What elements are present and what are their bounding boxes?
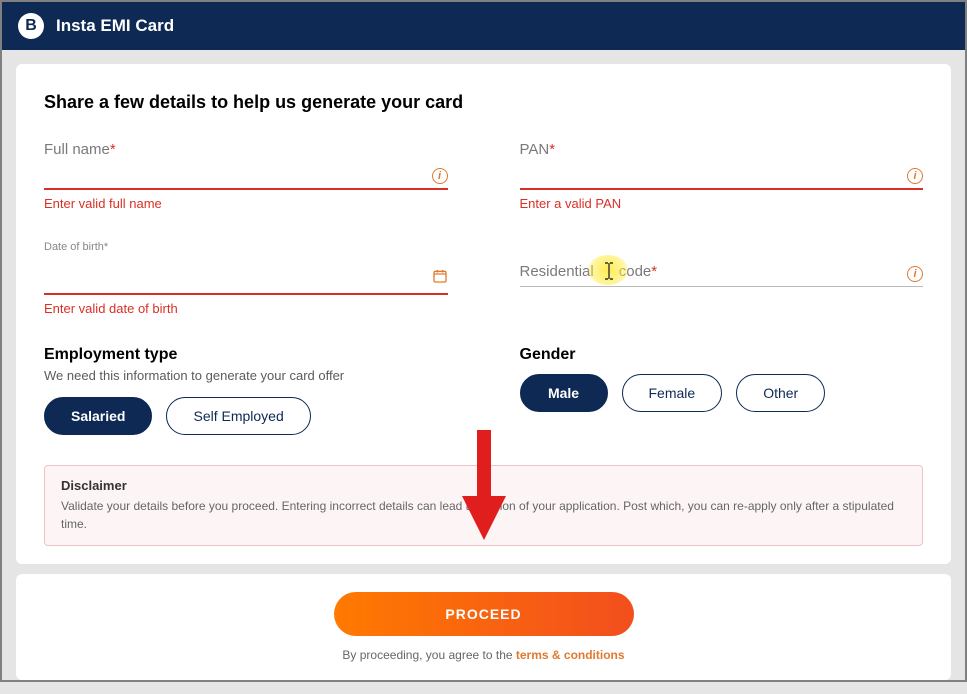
disclaimer-body: Validate your details before you proceed… xyxy=(61,497,906,533)
page-body: Share a few details to help us generate … xyxy=(2,50,965,694)
employment-section: Employment type We need this information… xyxy=(44,346,448,435)
app-header: B Insta EMI Card xyxy=(2,2,965,50)
calendar-icon[interactable] xyxy=(432,268,448,289)
proceed-button[interactable]: PROCEED xyxy=(334,592,634,636)
gender-option-other[interactable]: Other xyxy=(736,374,825,412)
pincode-input-wrap[interactable]: Residential code* i xyxy=(520,259,924,287)
pincode-field: Residential code* i xyxy=(520,241,924,316)
dob-input[interactable] xyxy=(44,272,432,289)
info-icon[interactable]: i xyxy=(432,168,448,184)
full-name-label: Full name* xyxy=(44,141,448,158)
dob-field: Date of birth* Enter valid date of birth xyxy=(44,241,448,316)
brand-logo: B xyxy=(18,13,44,39)
dob-error: Enter valid date of birth xyxy=(44,301,448,316)
terms-link[interactable]: terms & conditions xyxy=(516,648,625,662)
employment-option-self-employed[interactable]: Self Employed xyxy=(166,397,310,435)
pan-label: PAN* xyxy=(520,141,924,158)
full-name-input-wrap[interactable]: i xyxy=(44,162,448,190)
employment-title: Employment type xyxy=(44,346,448,364)
full-name-field: Full name* i Enter valid full name xyxy=(44,141,448,211)
dob-input-wrap[interactable] xyxy=(44,267,448,295)
disclaimer-box: Disclaimer Validate your details before … xyxy=(44,465,923,546)
gender-option-male[interactable]: Male xyxy=(520,374,608,412)
gender-options: Male Female Other xyxy=(520,374,924,412)
form-card: Share a few details to help us generate … xyxy=(16,64,951,564)
pan-error: Enter a valid PAN xyxy=(520,196,924,211)
gender-title: Gender xyxy=(520,346,924,364)
employment-options: Salaried Self Employed xyxy=(44,397,448,435)
footer-card: PROCEED By proceeding, you agree to the … xyxy=(16,574,951,680)
form-heading: Share a few details to help us generate … xyxy=(44,92,923,113)
disclaimer-title: Disclaimer xyxy=(61,478,906,493)
employment-option-salaried[interactable]: Salaried xyxy=(44,397,152,435)
pan-field: PAN* i Enter a valid PAN xyxy=(520,141,924,211)
pan-input[interactable] xyxy=(520,167,902,184)
gender-section: Gender Male Female Other xyxy=(520,346,924,435)
full-name-input[interactable] xyxy=(44,167,426,184)
full-name-error: Enter valid full name xyxy=(44,196,448,211)
agree-text: By proceeding, you agree to the terms & … xyxy=(34,648,933,662)
info-icon[interactable]: i xyxy=(907,266,923,282)
employment-subtitle: We need this information to generate you… xyxy=(44,368,448,383)
pan-input-wrap[interactable]: i xyxy=(520,162,924,190)
gender-option-female[interactable]: Female xyxy=(622,374,723,412)
dob-label: Date of birth* xyxy=(44,241,448,253)
info-icon[interactable]: i xyxy=(907,168,923,184)
app-title: Insta EMI Card xyxy=(56,16,174,36)
